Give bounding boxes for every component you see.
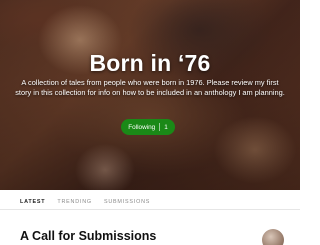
follow-divider xyxy=(159,123,161,131)
follower-count: 1 xyxy=(164,123,168,131)
tabs-divider xyxy=(0,209,300,210)
tab-submissions[interactable]: SUBMISSIONS xyxy=(104,199,150,205)
hero-banner: Born in ‘76 A collection of tales from p… xyxy=(0,0,300,190)
story-title[interactable]: A Call for Submissions xyxy=(20,229,156,243)
author-avatar[interactable] xyxy=(262,229,284,245)
following-button[interactable]: Following 1 xyxy=(121,119,175,135)
publication-description: A collection of tales from people who we… xyxy=(15,78,285,97)
following-label: Following xyxy=(128,123,156,131)
publication-tabs: LATEST TRENDING SUBMISSIONS xyxy=(20,199,150,205)
publication-title: Born in ‘76 xyxy=(89,50,211,76)
hero-content: Born in ‘76 A collection of tales from p… xyxy=(0,0,300,190)
tab-latest[interactable]: LATEST xyxy=(20,199,45,205)
tab-trending[interactable]: TRENDING xyxy=(57,199,92,205)
